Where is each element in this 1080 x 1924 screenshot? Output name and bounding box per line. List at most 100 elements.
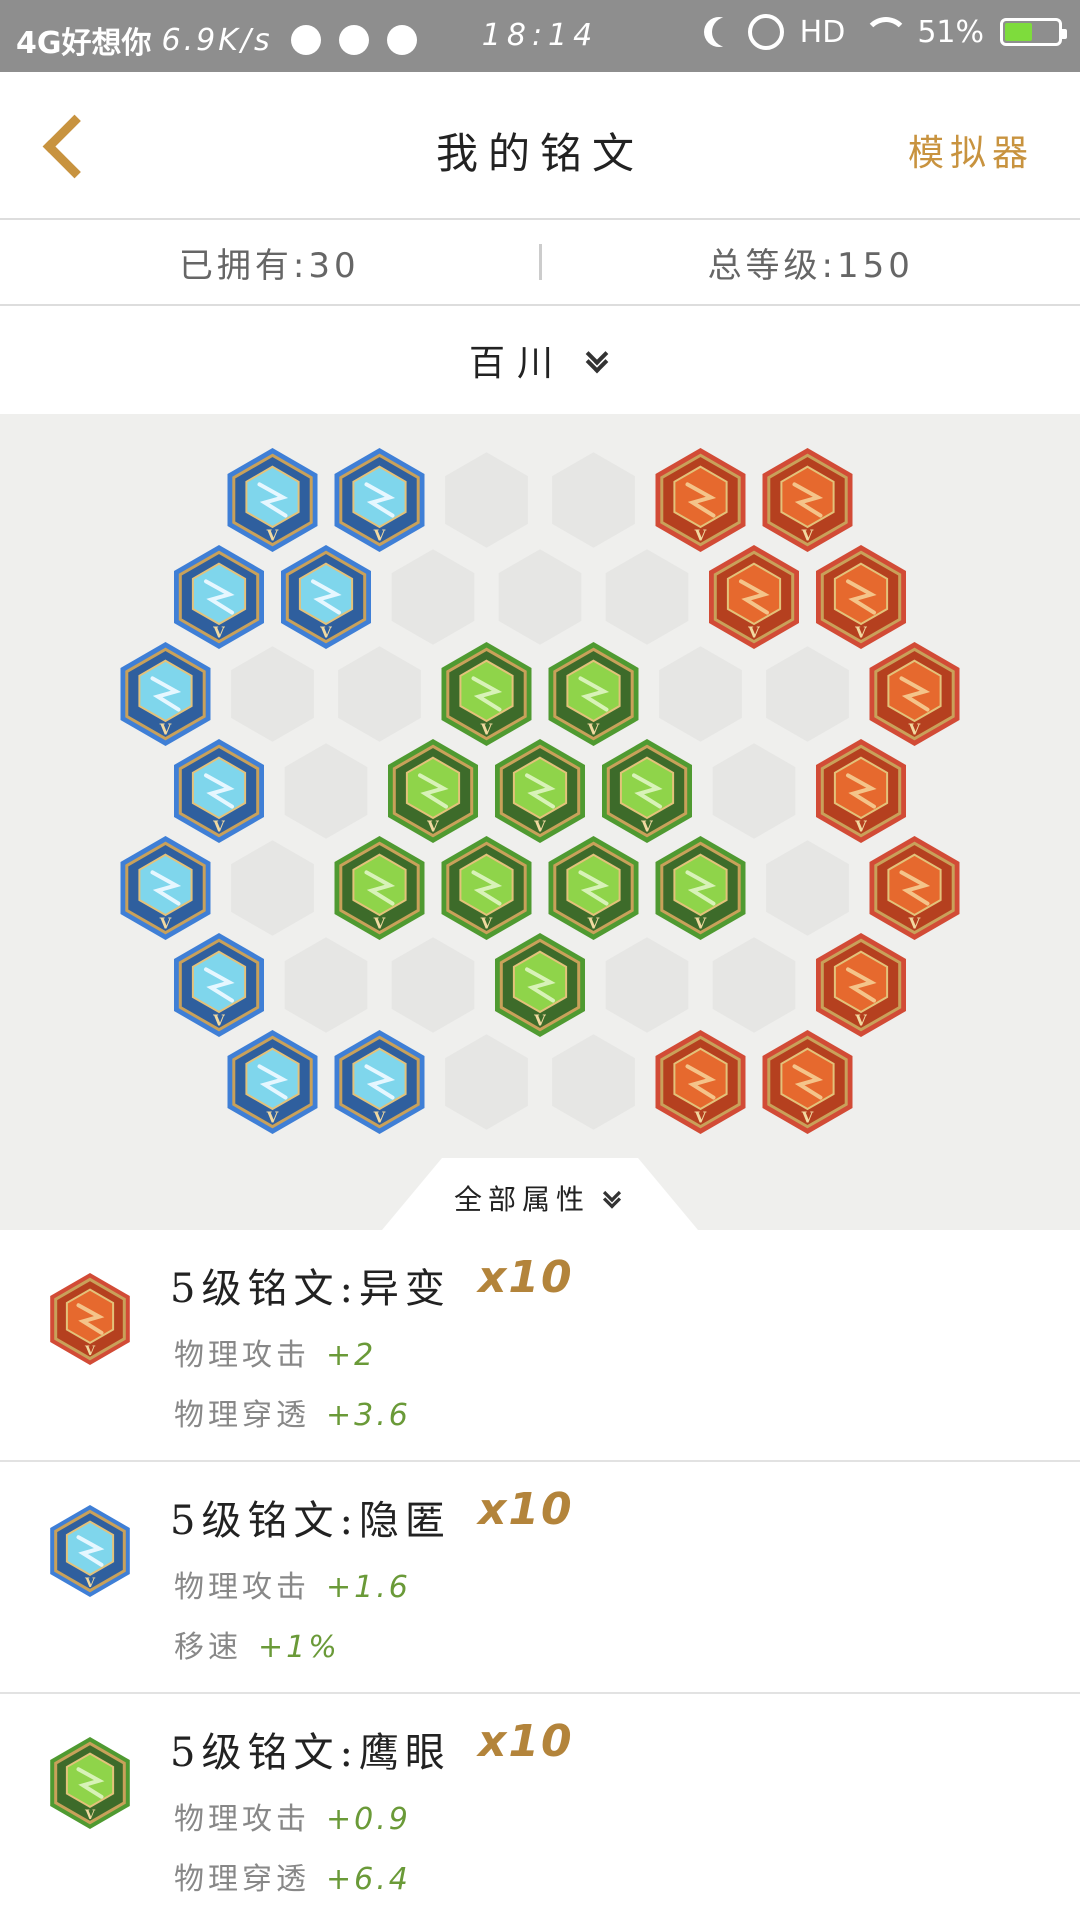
- blue-rune-slot: V: [121, 836, 211, 940]
- blue-rune-slot: V: [335, 448, 425, 552]
- blue-rune-emblem: V: [50, 1505, 130, 1597]
- svg-text:V: V: [854, 1012, 867, 1030]
- green-rune-slot: V: [442, 642, 532, 746]
- stat-value: +2: [326, 1338, 376, 1373]
- svg-text:V: V: [159, 721, 172, 739]
- svg-text:V: V: [266, 527, 279, 545]
- rune-name: 5级铭文:鹰眼: [170, 1720, 451, 1778]
- rune-page-selector[interactable]: 百川: [0, 306, 1080, 414]
- stat-value: +0.9: [326, 1802, 411, 1837]
- blue-rune-icon: V: [46, 1500, 134, 1602]
- red-rune-slot: V: [816, 739, 906, 843]
- green-rune-slot: V: [495, 933, 585, 1037]
- rune-stat: 物理穿透 +3.6: [174, 1390, 411, 1434]
- empty-rune-slot[interactable]: [338, 646, 421, 742]
- do-not-disturb-icon: [712, 17, 742, 47]
- empty-rune-slot[interactable]: [285, 743, 368, 839]
- rune-list-item[interactable]: V 5级铭文:隐匿 x10 物理攻击+1.6 移速+1%: [0, 1462, 1080, 1694]
- empty-rune-slot[interactable]: [499, 549, 582, 645]
- svg-text:V: V: [480, 915, 493, 933]
- svg-text:V: V: [801, 1109, 814, 1127]
- empty-rune-slot[interactable]: [713, 743, 796, 839]
- red-rune-slot: V: [656, 1030, 746, 1134]
- blue-rune-slot: V: [228, 1030, 318, 1134]
- empty-rune-slot[interactable]: [659, 646, 742, 742]
- wifi-icon: [861, 17, 901, 47]
- empty-rune-slot[interactable]: [552, 1034, 635, 1130]
- svg-text:V: V: [694, 1109, 707, 1127]
- rune-stat: 物理攻击+1.6: [174, 1562, 411, 1606]
- blue-rune-slot: V: [174, 545, 264, 649]
- rune-list-item[interactable]: V 5级铭文:鹰眼 x10 物理攻击 +0.9 物理穿透+6.4: [0, 1694, 1080, 1924]
- green-rune-slot: V: [335, 836, 425, 940]
- svg-text:V: V: [908, 915, 921, 933]
- hd-label: HD: [800, 15, 846, 50]
- blue-rune-slot: V: [174, 933, 264, 1037]
- red-rune-slot: V: [763, 448, 853, 552]
- empty-rune-slot[interactable]: [766, 646, 849, 742]
- blue-rune-slot: V: [121, 642, 211, 746]
- all-attributes-label: 全部属性: [454, 1178, 590, 1218]
- empty-rune-slot[interactable]: [392, 549, 475, 645]
- empty-rune-slot[interactable]: [392, 937, 475, 1033]
- rune-count: x10: [478, 1252, 574, 1303]
- empty-rune-slot[interactable]: [445, 452, 528, 548]
- rune-page-name: 百川: [469, 334, 565, 386]
- battery-icon: [1000, 18, 1062, 46]
- empty-rune-slot[interactable]: [606, 937, 689, 1033]
- svg-text:V: V: [159, 915, 172, 933]
- svg-text:V: V: [212, 624, 225, 642]
- svg-text:V: V: [533, 1012, 546, 1030]
- battery-level: [1005, 23, 1032, 41]
- rune-stat: 物理穿透+6.4: [174, 1854, 411, 1898]
- red-rune-icon: V: [46, 1268, 134, 1370]
- svg-text:V: V: [212, 1012, 225, 1030]
- empty-rune-slot[interactable]: [445, 1034, 528, 1130]
- svg-text:V: V: [801, 527, 814, 545]
- simulator-button[interactable]: 模拟器: [908, 124, 1034, 176]
- blue-rune-slot: V: [335, 1030, 425, 1134]
- rune-stat: 物理攻击+2: [174, 1330, 376, 1374]
- svg-text:V: V: [266, 1109, 279, 1127]
- rune-name: 5级铭文:隐匿: [170, 1488, 451, 1546]
- svg-text:V: V: [854, 818, 867, 836]
- svg-text:V: V: [84, 1576, 96, 1591]
- rune-list: V 5级铭文:异变 x10 物理攻击+2 物理穿透+3.6 V 5级铭文:隐匿 …: [0, 1230, 1080, 1924]
- rune-summary: 已拥有:30 总等级:150: [0, 220, 1080, 306]
- rune-count: x10: [478, 1716, 574, 1767]
- green-rune-slot: V: [549, 836, 639, 940]
- red-rune-slot: V: [870, 642, 960, 746]
- stat-value: +3.6: [326, 1398, 411, 1433]
- empty-rune-slot[interactable]: [285, 937, 368, 1033]
- stat-label: 物理攻击: [174, 1802, 310, 1837]
- stat-label: 物理穿透: [174, 1398, 310, 1433]
- green-rune-slot: V: [602, 739, 692, 843]
- red-rune-slot: V: [816, 933, 906, 1037]
- svg-text:V: V: [373, 1109, 386, 1127]
- empty-rune-slot[interactable]: [231, 646, 314, 742]
- green-rune-slot: V: [549, 642, 639, 746]
- rune-name: 5级铭文:异变: [170, 1256, 451, 1314]
- svg-text:V: V: [587, 915, 600, 933]
- empty-rune-slot[interactable]: [231, 840, 314, 936]
- empty-rune-slot[interactable]: [606, 549, 689, 645]
- blue-rune-slot: V: [281, 545, 371, 649]
- green-rune-slot: V: [388, 739, 478, 843]
- stat-value: +1%: [258, 1630, 340, 1665]
- app-header: 我的铭文 模拟器: [0, 72, 1080, 220]
- svg-text:V: V: [908, 721, 921, 739]
- rune-count: x10: [478, 1484, 574, 1535]
- chevron-down-icon: [583, 346, 611, 374]
- all-attributes-tab[interactable]: 全部属性: [382, 1158, 698, 1230]
- empty-rune-slot[interactable]: [552, 452, 635, 548]
- empty-rune-slot[interactable]: [713, 937, 796, 1033]
- green-rune-icon: V: [46, 1732, 134, 1834]
- red-rune-slot: V: [816, 545, 906, 649]
- rune-stat: 移速+1%: [174, 1622, 340, 1666]
- blue-rune-slot: V: [174, 739, 264, 843]
- red-rune-slot: V: [656, 448, 746, 552]
- empty-rune-slot[interactable]: [766, 840, 849, 936]
- status-right: HD 51%: [702, 14, 1062, 50]
- rune-list-item[interactable]: V 5级铭文:异变 x10 物理攻击+2 物理穿透 +3.6: [0, 1230, 1080, 1462]
- svg-text:V: V: [694, 915, 707, 933]
